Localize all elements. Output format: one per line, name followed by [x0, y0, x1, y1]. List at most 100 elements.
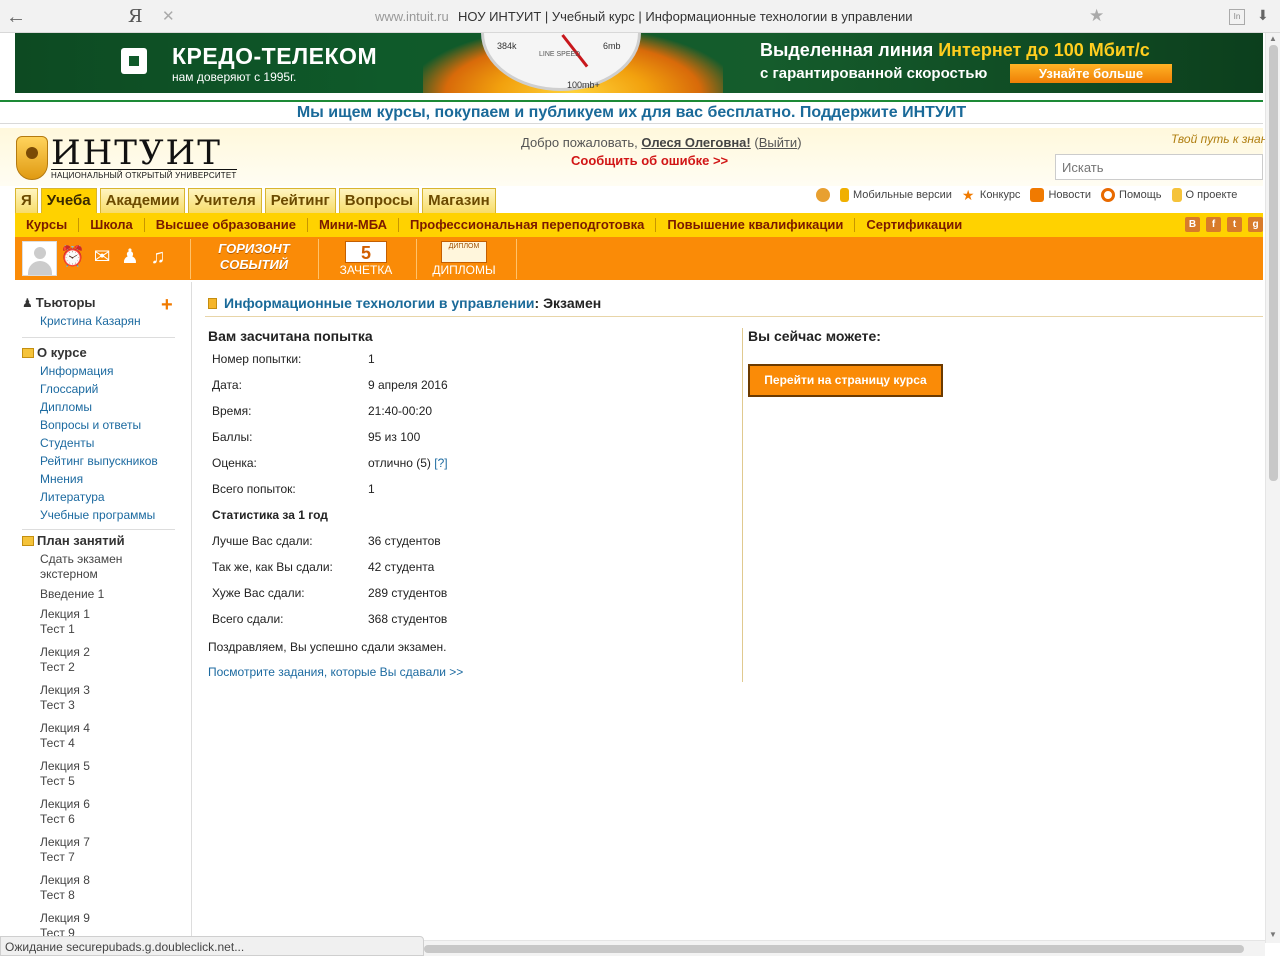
tab-me[interactable]: Я — [15, 188, 38, 213]
mail-icon[interactable]: ✉ — [90, 245, 114, 269]
plan-item-line[interactable]: Лекция 7 — [40, 835, 90, 850]
plan-item-line[interactable]: Тест 2 — [40, 660, 90, 675]
plan-item[interactable]: Лекция 2 Тест 2 — [40, 645, 90, 675]
about-link[interactable]: О проекте — [1171, 188, 1237, 202]
support-strip[interactable]: Мы ищем курсы, покупаем и публикуем их д… — [0, 100, 1263, 124]
user-profile-link[interactable]: Олеся Олеговна! — [641, 135, 750, 150]
subnav-higher-education[interactable]: Высшее образование — [143, 218, 307, 232]
tab-questions[interactable]: Вопросы — [338, 188, 420, 213]
google-icon[interactable]: g — [1248, 217, 1263, 232]
scroll-thumb[interactable] — [424, 945, 1244, 953]
add-tutor-icon[interactable]: + — [161, 294, 173, 317]
sidebar-item-qa[interactable]: Вопросы и ответы — [40, 418, 141, 432]
tab-shop[interactable]: Магазин — [422, 188, 496, 213]
logout-link[interactable]: Выйти — [759, 135, 798, 150]
plan-item[interactable]: Лекция 3 Тест 3 — [40, 683, 90, 713]
tab-academies[interactable]: Академии — [99, 188, 186, 213]
subnav-courses[interactable]: Курсы — [15, 218, 78, 232]
banner-cta-button[interactable]: Узнайте больше — [1010, 64, 1172, 83]
sidebar-item-opinions[interactable]: Мнения — [40, 472, 83, 486]
plan-item-line[interactable]: Лекция 6 — [40, 797, 90, 812]
sidebar-item-graduate-rating[interactable]: Рейтинг выпускников — [40, 454, 158, 468]
course-link[interactable]: Информационные технологии в управлении — [224, 295, 535, 311]
friends-icon[interactable]: ♟ — [118, 245, 142, 269]
plan-item[interactable]: Введение 1 — [40, 587, 104, 602]
tab-study[interactable]: Учеба — [40, 188, 97, 213]
go-to-course-button[interactable]: Перейти на страницу курса — [748, 364, 943, 397]
plan-item-line[interactable]: Тест 1 — [40, 622, 90, 637]
plan-item-line[interactable]: экстерном — [40, 567, 122, 582]
plan-item-line[interactable]: Сдать экзамен — [40, 552, 122, 567]
report-error-link[interactable]: Сообщить об ошибке >> — [571, 153, 728, 168]
plan-item-line[interactable]: Лекция 1 — [40, 607, 90, 622]
sidebar-item-glossary[interactable]: Глоссарий — [40, 382, 98, 396]
plan-item-line[interactable]: Лекция 9 — [40, 911, 90, 926]
sidebar-item-diplomas[interactable]: Дипломы — [40, 400, 92, 414]
contest-link[interactable]: ★ Конкурс — [962, 188, 1021, 202]
facebook-icon[interactable]: f — [1206, 217, 1221, 232]
sidebar-item-literature[interactable]: Литература — [40, 490, 105, 504]
plan-item-line[interactable]: Лекция 8 — [40, 873, 90, 888]
page-tab-title[interactable]: НОУ ИНТУИТ | Учебный курс | Информационн… — [458, 9, 913, 24]
twitter-icon[interactable]: t — [1227, 217, 1242, 232]
alarm-clock-icon[interactable]: ⏰ — [60, 245, 85, 269]
plan-item[interactable]: Лекция 4 Тест 4 — [40, 721, 90, 751]
plan-item[interactable]: Сдать экзамен экстерном — [40, 552, 122, 582]
vk-icon[interactable]: В — [1185, 217, 1200, 232]
news-link[interactable]: Новости — [1030, 188, 1091, 202]
support-text[interactable]: Мы ищем курсы, покупаем и публикуем их д… — [0, 102, 1263, 124]
back-arrow-icon[interactable]: ← — [6, 6, 26, 29]
phone-link[interactable] — [816, 188, 830, 202]
ad-banner[interactable]: КРЕДО-ТЕЛЕКОМ нам доверяют с 1995г. 384k… — [15, 33, 1263, 93]
subnav-mini-mba[interactable]: Мини-МБА — [306, 218, 398, 232]
vertical-scrollbar[interactable]: ▲ ▼ — [1265, 33, 1280, 943]
plan-item-line[interactable]: Тест 5 — [40, 774, 90, 789]
plan-item-line[interactable]: Лекция 5 — [40, 759, 90, 774]
extension-icon[interactable]: In — [1229, 9, 1245, 25]
plan-item-line[interactable]: Тест 6 — [40, 812, 90, 827]
plan-item-line[interactable]: Лекция 2 — [40, 645, 90, 660]
sidebar-item-students[interactable]: Студенты — [40, 436, 94, 450]
plan-item-line[interactable]: Тест 4 — [40, 736, 90, 751]
subnav-qualification[interactable]: Повышение квалификации — [655, 218, 854, 232]
subnav-certifications[interactable]: Сертификации — [854, 218, 973, 232]
sidebar-item-programs[interactable]: Учебные программы — [40, 508, 155, 522]
plan-item-line[interactable]: Введение 1 — [40, 587, 104, 602]
intuit-shield-icon[interactable] — [16, 136, 48, 180]
bookmark-star-icon[interactable]: ★ — [1089, 6, 1104, 26]
plan-item-line[interactable]: Тест 7 — [40, 850, 90, 865]
sidebar-item-information[interactable]: Информация — [40, 364, 113, 378]
plan-item-line[interactable]: Лекция 4 — [40, 721, 90, 736]
scroll-down-icon[interactable]: ▼ — [1269, 930, 1277, 939]
yandex-logo-icon[interactable]: Я — [128, 6, 143, 27]
plan-item-line[interactable]: Лекция 3 — [40, 683, 90, 698]
scroll-up-icon[interactable]: ▲ — [1269, 34, 1277, 43]
subnav-retraining[interactable]: Профессиональная переподготовка — [398, 218, 655, 232]
bell-icon[interactable]: ♫ — [146, 245, 170, 269]
tab-teachers[interactable]: Учителя — [188, 188, 262, 213]
plan-item[interactable]: Лекция 5 Тест 5 — [40, 759, 90, 789]
grade-help-link[interactable]: [?] — [434, 456, 447, 470]
subnav-school[interactable]: Школа — [78, 218, 144, 232]
plan-item[interactable]: Лекция 6 Тест 6 — [40, 797, 90, 827]
search-input[interactable] — [1055, 154, 1263, 180]
plan-item[interactable]: Лекция 8 Тест 8 — [40, 873, 90, 903]
avatar[interactable] — [22, 241, 57, 276]
help-link[interactable]: Помощь — [1101, 188, 1162, 202]
download-icon[interactable]: ⬇ — [1257, 7, 1269, 24]
plan-item-line[interactable]: Тест 8 — [40, 888, 90, 903]
tab-rating[interactable]: Рейтинг — [264, 188, 336, 213]
view-tasks-link[interactable]: Посмотрите задания, которые Вы сдавали >… — [208, 665, 463, 679]
gradebook-button[interactable]: 5 ЗАЧЕТКА — [333, 241, 399, 279]
scroll-thumb[interactable] — [1269, 45, 1278, 481]
plan-item-line[interactable]: Тест 3 — [40, 698, 90, 713]
horizon-events-button[interactable]: ГОРИЗОНТ СОБЫТИЙ — [199, 241, 309, 277]
plan-item[interactable]: Лекция 7 Тест 7 — [40, 835, 90, 865]
plan-item[interactable]: Лекция 1 Тест 1 — [40, 607, 90, 637]
diplomas-button[interactable]: ДИПЛОМ ДИПЛОМЫ — [427, 241, 501, 279]
close-icon[interactable]: ✕ — [162, 7, 175, 25]
site-logo[interactable]: ИНТУИТ — [51, 133, 222, 173]
mobile-versions-link[interactable]: Мобильные версии — [840, 188, 952, 202]
address-url[interactable]: www.intuit.ru — [375, 9, 449, 24]
tutor-link[interactable]: Кристина Казарян — [40, 314, 141, 328]
